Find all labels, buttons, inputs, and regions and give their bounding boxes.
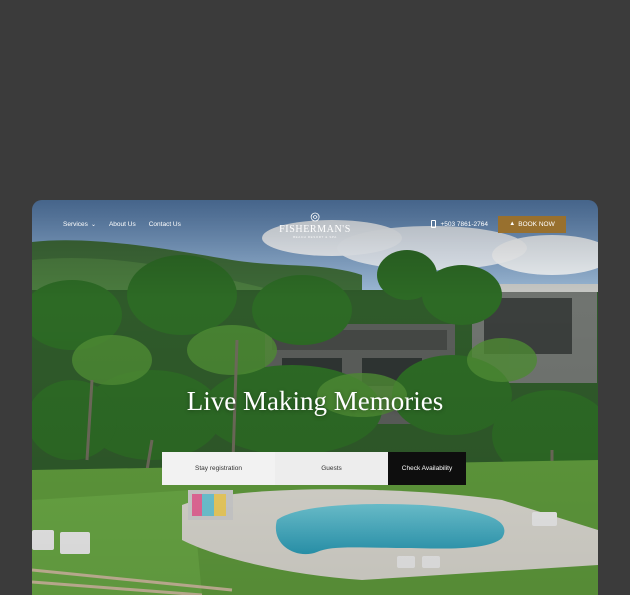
phone-icon	[431, 220, 437, 228]
logo-emblem-icon	[310, 212, 320, 222]
logo-subtitle: BEACH RESORT & SPA	[293, 235, 337, 239]
logo-title: FISHERMAN'S	[279, 224, 351, 235]
book-now-label: BOOK NOW	[518, 220, 555, 228]
book-now-button[interactable]: ▲ BOOK NOW	[498, 215, 566, 233]
guests-field[interactable]: Guests	[275, 452, 388, 485]
top-navigation: Services ⌄ About Us Contact Us FISHERMAN…	[32, 200, 598, 248]
nav-about-us[interactable]: About Us	[109, 221, 136, 228]
hero-headline: Live Making Memories	[186, 386, 444, 416]
chevron-down-icon: ⌄	[90, 221, 96, 228]
site-logo[interactable]: FISHERMAN'S BEACH RESORT & SPA	[279, 212, 351, 239]
check-availability-button[interactable]: Check Availability	[388, 452, 466, 485]
bell-icon: ▲	[509, 221, 516, 227]
nav-contact-us[interactable]: Contact Us	[149, 221, 181, 228]
booking-bar: Stay registration Guests Check Availabil…	[162, 452, 466, 485]
nav-actions: +503 7861-2764 ▲ BOOK NOW	[431, 215, 566, 233]
phone-link[interactable]: +503 7861-2764	[431, 220, 488, 228]
stay-registration-field[interactable]: Stay registration	[162, 452, 275, 485]
nav-links: Services ⌄ About Us Contact Us	[63, 221, 181, 228]
resort-site-frame: Services ⌄ About Us Contact Us FISHERMAN…	[32, 200, 598, 595]
phone-number: +503 7861-2764	[440, 220, 488, 228]
nav-services-label: Services	[63, 220, 88, 228]
nav-services[interactable]: Services ⌄	[63, 221, 96, 228]
